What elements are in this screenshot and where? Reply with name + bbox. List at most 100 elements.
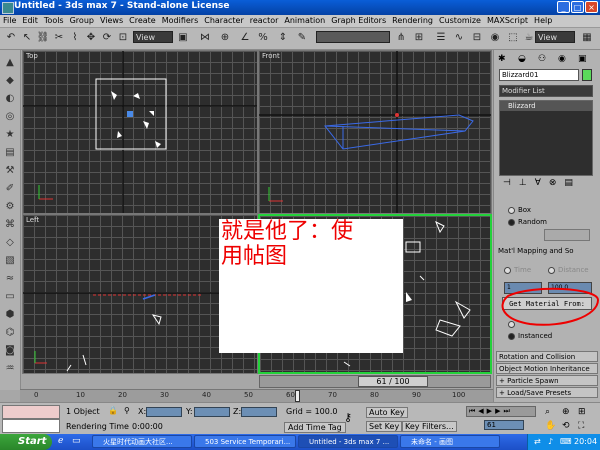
layer-icon[interactable]: ☰ [434,31,448,45]
menu-file[interactable]: File [0,15,19,27]
key-icon[interactable]: ⚷ [344,411,352,424]
show-end-result-icon[interactable]: ⊥ [519,178,535,188]
zoom-all-icon[interactable]: ⊕ [562,407,570,417]
minimize-button[interactable]: _ [557,1,570,13]
menu-edit[interactable]: Edit [19,15,41,27]
desktop-icon[interactable]: ▭ [72,436,81,446]
menu-group[interactable]: Group [67,15,97,27]
x-coord-field[interactable] [146,407,182,417]
hierarchy-icon[interactable]: ◐ [3,92,17,106]
lock-icon[interactable]: 🔒 [108,406,118,415]
start-button[interactable]: Start [0,434,52,450]
rigid-body-icon[interactable]: ◇ [3,236,17,250]
pin-stack-icon[interactable]: ⊣ [503,178,519,188]
time-slider-thumb[interactable]: 61 / 100 [358,376,428,387]
reference-coord-dropdown[interactable]: View [133,31,173,43]
display-icon[interactable]: ▤ [3,146,17,160]
constraint-icon[interactable]: ⌬ [3,326,17,340]
object-color-swatch[interactable] [582,69,592,81]
hierarchy-tab-icon[interactable]: ⚇ [538,54,546,64]
stack-item-blizzard[interactable]: Blizzard [500,101,592,111]
select-icon[interactable]: ↖ [20,31,34,45]
menu-animation[interactable]: Animation [281,15,328,27]
motion-icon[interactable]: ◎ [3,110,17,124]
create-tab-icon[interactable]: ✱ [498,54,506,64]
percent-snap-icon[interactable]: % [256,31,270,45]
render-setup-icon[interactable]: ⬚ [506,31,520,45]
orbit-icon[interactable]: ⟲ [562,421,570,431]
ie-icon[interactable]: ℯ [58,436,63,446]
menu-maxscript[interactable]: MAXScript [484,15,531,27]
menu-character[interactable]: Character [201,15,247,27]
named-selection-icon[interactable]: ✎ [295,31,309,45]
link-icon[interactable]: ⛓ [36,31,50,45]
y-coord-field[interactable] [194,407,230,417]
task-3dsmax[interactable]: Untitled - 3ds max 7 ... [298,435,398,448]
toy-car-icon[interactable]: ◙ [3,344,17,358]
viewport-top[interactable]: Top [22,50,258,214]
task-paint[interactable]: 未命名 - 画图 [400,435,500,448]
material-editor-icon[interactable]: ◉ [488,31,502,45]
playback-controls[interactable]: ⏮◀▶▶⏭ [466,406,536,417]
menu-customize[interactable]: Customize [436,15,484,27]
ime-icon[interactable]: ⌨ [560,437,572,446]
wrench-icon[interactable]: ⚙ [3,200,17,214]
wind-icon[interactable]: ♒ [3,362,17,376]
close-button[interactable]: × [585,1,598,13]
radio-box[interactable]: Box [508,206,531,214]
set-key-button[interactable]: Set Key [366,421,403,432]
pan-icon[interactable]: ✋ [545,421,556,431]
menu-rendering[interactable]: Rendering [389,15,436,27]
menu-views[interactable]: Views [97,15,126,27]
track-bar[interactable]: 0 10 20 30 40 50 60 70 80 90 100 [20,389,493,403]
plane-icon[interactable]: ▭ [3,290,17,304]
network-icon[interactable]: ⇄ [534,437,541,446]
motion-tab-icon[interactable]: ◉ [558,54,566,64]
menu-create[interactable]: Create [126,15,159,27]
rotate-icon[interactable]: ⟳ [100,31,114,45]
mapping-rollout-title[interactable]: Mat'l Mapping and So [496,246,598,257]
radio-random[interactable]: Random [508,218,547,226]
render-icon[interactable]: ▦ [580,31,594,45]
bind-icon[interactable]: ⌇ [68,31,82,45]
task-503-service[interactable]: 503 Service Temporari... [194,435,296,448]
create-icon[interactable]: ▲ [3,56,17,70]
quick-render-icon[interactable]: ☕ [522,31,536,45]
remove-modifier-icon[interactable]: ⊗ [549,178,565,188]
display-tab-icon[interactable]: ▣ [578,54,587,64]
utilities-icon[interactable]: ⚒ [3,164,17,178]
key-filters-button[interactable]: Key Filters... [402,421,457,432]
viewport-front[interactable]: Front [258,50,492,214]
transform-mode-icon[interactable]: ⚲ [124,406,130,415]
maxscript-listener[interactable] [2,405,60,419]
menu-reactor[interactable]: reactor [247,15,282,27]
menu-tools[interactable]: Tools [41,15,67,27]
menu-graph-editors[interactable]: Graph Editors [328,15,389,27]
spinner-snap-icon[interactable]: ⇕ [276,31,290,45]
maxscript-input[interactable] [2,419,60,433]
snap-icon[interactable]: ⊕ [218,31,232,45]
cloth-icon[interactable]: ▧ [3,254,17,268]
add-time-tag-button[interactable]: Add Time Tag [284,422,346,433]
undo-icon[interactable]: ↶ [4,31,18,45]
star-icon[interactable]: ★ [3,128,17,142]
schematic-icon[interactable]: ⊟ [470,31,484,45]
configure-sets-icon[interactable]: ▤ [564,178,581,188]
maximize-viewport-icon[interactable]: ⛶ [578,421,584,431]
rollout-load-save-presets[interactable]: + Load/Save Presets [496,387,598,398]
fracture-icon[interactable]: ⬢ [3,308,17,322]
modify-icon[interactable]: ◆ [3,74,17,88]
mirror-tool-icon[interactable]: ⋔ [394,31,408,45]
spring-icon[interactable]: ⌘ [3,218,17,232]
volume-icon[interactable]: ♪ [548,437,553,446]
task-huoxing[interactable]: 火星时代动画大社区... [92,435,192,448]
auto-key-button[interactable]: Auto Key [366,407,408,418]
angle-snap-icon[interactable]: ∠ [238,31,252,45]
rollout-rotation-collision[interactable]: Rotation and Collision [496,351,598,362]
named-selection-set-dropdown[interactable] [316,31,390,43]
render-type-dropdown[interactable]: View [535,31,575,43]
rollout-motion-inheritance[interactable]: Object Motion Inheritance [496,363,598,374]
pivot-icon[interactable]: ▣ [176,31,190,45]
object-name-field[interactable]: Blizzard01 [499,69,579,81]
curve-editor-icon[interactable]: ∿ [452,31,466,45]
